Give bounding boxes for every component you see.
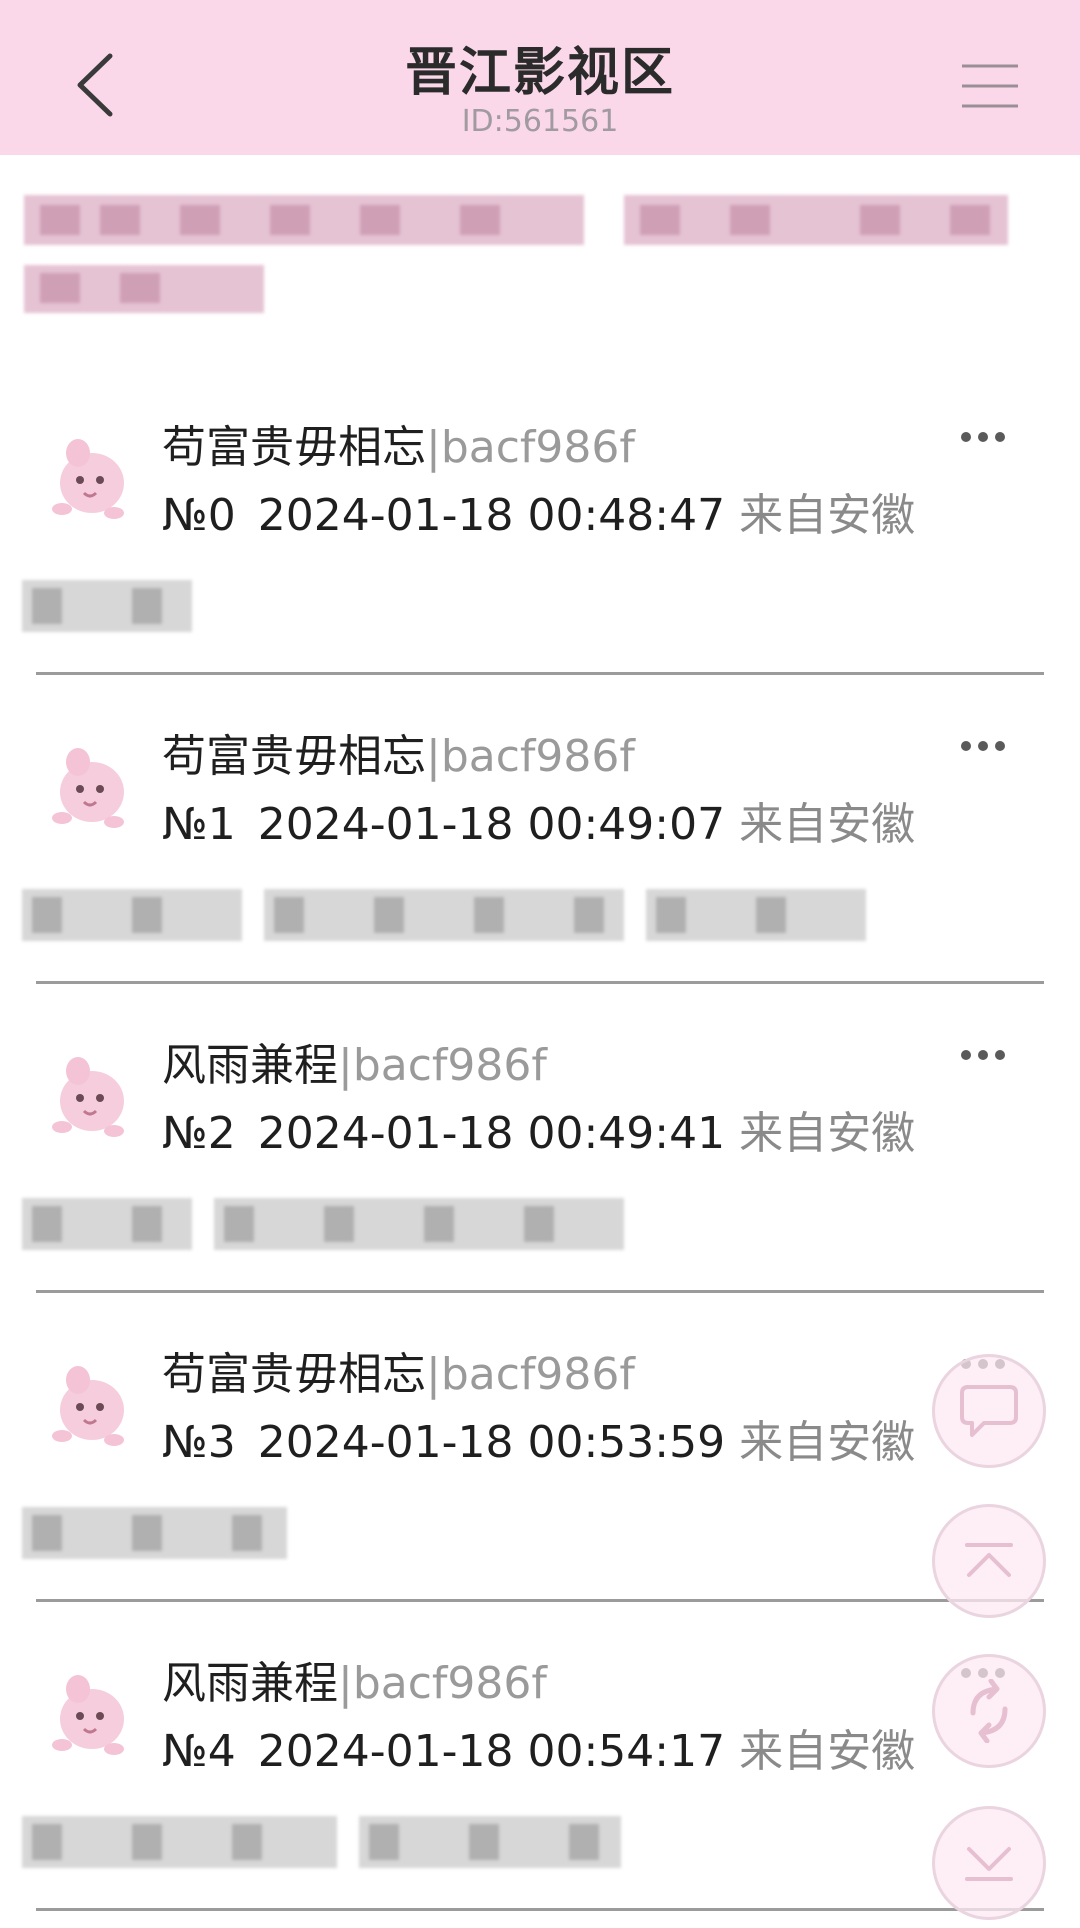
post-meta: №3 2024-01-18 00:53:59 来自安徽: [162, 1406, 915, 1470]
author-id: |bacf986f: [338, 1040, 547, 1091]
post-location: 来自安徽: [739, 799, 916, 850]
floor-number: №4: [162, 1726, 236, 1777]
author-id: |bacf986f: [426, 422, 635, 473]
avatar-icon[interactable]: [40, 734, 140, 834]
more-options-icon[interactable]: [958, 1047, 1008, 1063]
floor-number: №3: [162, 1417, 236, 1468]
post-content-blurred: [22, 1816, 621, 1868]
floor-number: №0: [162, 490, 236, 541]
post-content-blurred: [22, 889, 866, 941]
post-meta: №0 2024-01-18 00:48:47 来自安徽: [162, 479, 915, 543]
post-location: 来自安徽: [739, 1417, 916, 1468]
page-id: ID:561561: [461, 104, 619, 139]
more-options-icon[interactable]: [958, 738, 1008, 754]
scroll-bottom-button[interactable]: [932, 1806, 1046, 1920]
author-name[interactable]: 苟富贵毋相忘: [162, 1349, 426, 1400]
more-options-icon[interactable]: [958, 429, 1008, 445]
scroll-top-button[interactable]: [932, 1504, 1046, 1618]
post-row[interactable]: 风雨兼程|bacf986f №4 2024-01-18 00:54:17 来自安徽: [0, 1601, 1080, 1911]
author-name[interactable]: 风雨兼程: [162, 1658, 338, 1709]
refresh-button[interactable]: [932, 1654, 1046, 1768]
refresh-icon: [970, 1679, 1008, 1743]
scroll-top-icon: [965, 1543, 1013, 1577]
post-location: 来自安徽: [739, 1108, 916, 1159]
author-name[interactable]: 风雨兼程: [162, 1040, 338, 1091]
post-location: 来自安徽: [739, 1726, 916, 1777]
comment-button[interactable]: [932, 1354, 1046, 1468]
post-content-blurred: [22, 1507, 287, 1559]
scroll-bottom-icon: [965, 1847, 1013, 1881]
post-author-line: 苟富贵毋相忘|bacf986f: [162, 411, 635, 475]
post-meta: №2 2024-01-18 00:49:41 来自安徽: [162, 1097, 915, 1161]
post-author-line: 苟富贵毋相忘|bacf986f: [162, 720, 635, 784]
floor-number: №1: [162, 799, 236, 850]
avatar-icon[interactable]: [40, 425, 140, 525]
author-id: |bacf986f: [338, 1658, 547, 1709]
author-id: |bacf986f: [426, 1349, 635, 1400]
post-author-line: 风雨兼程|bacf986f: [162, 1029, 547, 1093]
post-row[interactable]: 苟富贵毋相忘|bacf986f №1 2024-01-18 00:49:07 来自安徽: [0, 674, 1080, 984]
post-timestamp: 2024-01-18 00:49:07: [257, 799, 726, 850]
avatar-icon[interactable]: [40, 1352, 140, 1452]
post-row[interactable]: 苟富贵毋相忘|bacf986f №0 2024-01-18 00:48:47 来自安徽: [0, 365, 1080, 675]
page-title: 晋江影视区: [404, 43, 675, 103]
avatar-icon[interactable]: [40, 1043, 140, 1143]
post-row[interactable]: 风雨兼程|bacf986f №2 2024-01-18 00:49:41 来自安徽: [0, 983, 1080, 1293]
post-timestamp: 2024-01-18 00:49:41: [257, 1108, 726, 1159]
post-meta: №4 2024-01-18 00:54:17 来自安徽: [162, 1715, 915, 1779]
post-author-line: 风雨兼程|bacf986f: [162, 1647, 547, 1711]
pinned-content-blurred: [0, 155, 1080, 365]
top-bar: 晋江影视区 ID:561561: [0, 0, 1080, 155]
author-name[interactable]: 苟富贵毋相忘: [162, 422, 426, 473]
post-content-blurred: [22, 1198, 624, 1250]
post-timestamp: 2024-01-18 00:48:47: [257, 490, 726, 541]
post-location: 来自安徽: [739, 490, 916, 541]
post-divider: [36, 1908, 1044, 1911]
post-content-blurred: [22, 580, 192, 632]
comment-icon: [960, 1385, 1018, 1437]
pixelated-text: [24, 195, 1008, 313]
post-meta: №1 2024-01-18 00:49:07 来自安徽: [162, 788, 915, 852]
avatar-icon[interactable]: [40, 1661, 140, 1761]
post-timestamp: 2024-01-18 00:54:17: [257, 1726, 726, 1777]
floor-number: №2: [162, 1108, 236, 1159]
author-name[interactable]: 苟富贵毋相忘: [162, 731, 426, 782]
post-author-line: 苟富贵毋相忘|bacf986f: [162, 1338, 635, 1402]
post-row[interactable]: 苟富贵毋相忘|bacf986f №3 2024-01-18 00:53:59 来自安徽: [0, 1292, 1080, 1602]
author-id: |bacf986f: [426, 731, 635, 782]
menu-icon[interactable]: [960, 62, 1020, 110]
post-timestamp: 2024-01-18 00:53:59: [257, 1417, 726, 1468]
